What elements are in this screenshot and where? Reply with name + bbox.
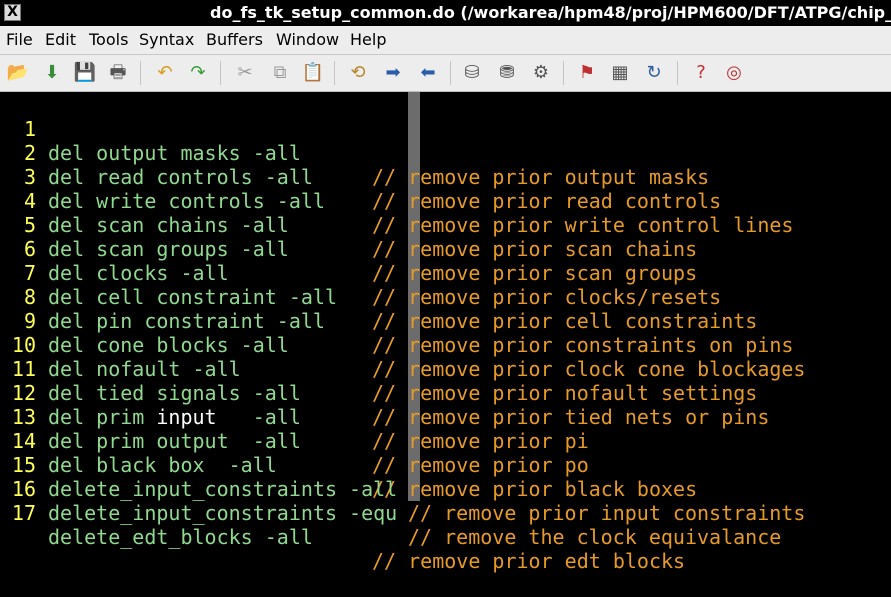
help-icon[interactable]: ?: [689, 61, 713, 85]
code-text: delete_edt_blocks -all: [48, 525, 313, 549]
download-icon[interactable]: ⬇: [40, 61, 64, 85]
save-session-icon[interactable]: ⛃: [495, 61, 519, 85]
toolbar-separator: [220, 61, 221, 85]
toolbar-separator: [140, 61, 141, 85]
code-line: 2 del read controls -all // remove prior…: [0, 117, 891, 213]
code-line: 7 del cell constraint -all // remove pri…: [0, 237, 891, 333]
close-icon[interactable]: X: [4, 4, 21, 21]
code-comment: // remove prior edt blocks: [372, 549, 686, 573]
toolbar-separator: [450, 61, 451, 85]
text-editor[interactable]: 1 del output masks -all // remove prior …: [0, 92, 891, 573]
paste-icon[interactable]: 📋: [301, 61, 325, 85]
menu-help[interactable]: Help: [350, 30, 386, 49]
run-script-icon[interactable]: ⚙: [529, 61, 553, 85]
load-session-icon[interactable]: ⛁: [460, 61, 484, 85]
code-line: 15 delete_input_constraints -all // remo…: [0, 429, 891, 525]
code-line: 16 delete_input_constraints -equ // remo…: [0, 453, 891, 549]
code-line: 14 del black box -all // remove prior bl…: [0, 405, 891, 501]
print-icon[interactable]: 🖶: [106, 61, 130, 85]
menu-syntax[interactable]: Syntax: [139, 30, 194, 49]
code-line: 6 del clocks -all // remove prior clocks…: [0, 213, 891, 309]
find-replace-icon[interactable]: ⟲: [346, 61, 370, 85]
toolbar-separator: [677, 61, 678, 85]
back-arrow-icon[interactable]: ⬅: [416, 61, 440, 85]
menu-buffers[interactable]: Buffers: [206, 30, 263, 49]
menu-tools[interactable]: Tools: [89, 30, 128, 49]
forward-arrow-icon[interactable]: ➡: [381, 61, 405, 85]
code-line: 17 delete_edt_blocks -all // remove prio…: [0, 477, 891, 573]
window-title: do_fs_tk_setup_common.do (/workarea/hpm4…: [210, 3, 891, 22]
redo-icon[interactable]: ↷: [186, 61, 210, 85]
menu-window[interactable]: Window: [276, 30, 339, 49]
code-line: 1 del output masks -all // remove prior …: [0, 93, 891, 189]
title-bar: X do_fs_tk_setup_common.do (/workarea/hp…: [0, 0, 891, 26]
code-line: 9 del cone blocks -all // remove prior c…: [0, 285, 891, 381]
code-comment: // remove the clock equivalance: [408, 525, 782, 549]
code-comment: // remove prior input constraints: [408, 501, 806, 525]
code-line: 8 del pin constraint -all // remove prio…: [0, 261, 891, 357]
code-line: 3 del write controls -all // remove prio…: [0, 141, 891, 237]
copy-icon[interactable]: ⧉: [268, 61, 292, 85]
code-line: 5 del scan groups -all // remove prior s…: [0, 189, 891, 285]
toolbar-separator: [334, 61, 335, 85]
menu-edit[interactable]: Edit: [45, 30, 76, 49]
menu-file[interactable]: File: [6, 30, 33, 49]
make-icon[interactable]: ⚑: [575, 61, 599, 85]
undo-icon[interactable]: ↶: [153, 61, 177, 85]
cut-icon[interactable]: ✂: [233, 61, 257, 85]
code-line: 11 del tied signals -all // remove prior…: [0, 333, 891, 429]
code-line: 13 del prim output -all // remove prior …: [0, 381, 891, 477]
menu-bar: File Edit Tools Syntax Buffers Window He…: [0, 26, 891, 55]
reload-icon[interactable]: ↻: [642, 61, 666, 85]
code-text: delete_input_constraints -equ: [48, 501, 398, 525]
open-icon[interactable]: 📂: [6, 61, 30, 85]
save-icon[interactable]: 💾: [73, 61, 97, 85]
code-line: 10 del nofault -all // remove prior nofa…: [0, 309, 891, 405]
line-number: 17: [11, 501, 36, 525]
code-line: 4 del scan chains -all // remove prior s…: [0, 165, 891, 261]
toolbar-separator: [563, 61, 564, 85]
toolbar: 📂 ⬇ 💾 🖶 ↶ ↷ ✂ ⧉ 📋 ⟲ ➡ ⬅ ⛁ ⛃ ⚙ ⚑ ▦ ↻ ? ◎: [0, 55, 891, 92]
code-line: 12 del prim input -all // remove prior p…: [0, 357, 891, 453]
table-icon[interactable]: ▦: [608, 61, 632, 85]
find-help-icon[interactable]: ◎: [722, 61, 746, 85]
